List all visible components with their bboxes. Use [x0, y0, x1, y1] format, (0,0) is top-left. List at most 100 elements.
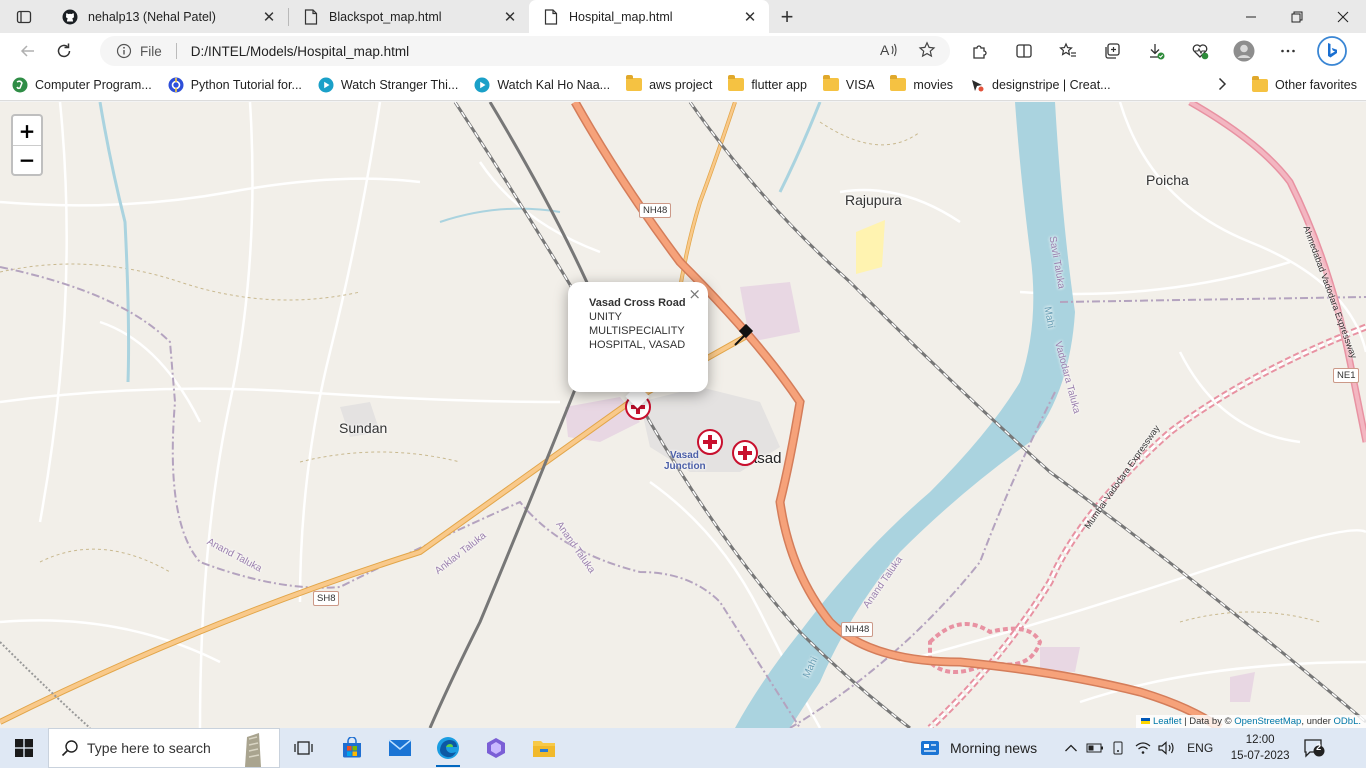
- search-highlight-icon: [245, 733, 261, 767]
- copilot-app-button[interactable]: [472, 728, 520, 768]
- close-window-button[interactable]: [1320, 0, 1366, 33]
- microsoft-store-button[interactable]: [328, 728, 376, 768]
- minimize-button[interactable]: [1228, 0, 1274, 33]
- window-controls: [1228, 0, 1366, 33]
- odbl-link[interactable]: ODbL.: [1334, 716, 1361, 727]
- tab-github[interactable]: nehalp13 (Nehal Patel) ✕: [48, 0, 288, 33]
- windows-taskbar: Type here to search Morning news ENG 12:…: [0, 728, 1366, 768]
- profile-button[interactable]: [1222, 35, 1266, 67]
- place-label-rajupura: Rajupura: [845, 192, 902, 208]
- tab-actions-button[interactable]: [0, 0, 48, 33]
- favorite-link[interactable]: Computer Program...: [12, 77, 152, 93]
- chevron-right-icon[interactable]: [1217, 77, 1227, 94]
- favorite-folder[interactable]: flutter app: [728, 75, 807, 93]
- info-icon: [116, 43, 132, 59]
- place-label-poicha: Poicha: [1146, 172, 1189, 188]
- svg-text:A: A: [880, 42, 890, 58]
- favorite-label: designstripe | Creat...: [992, 77, 1111, 92]
- play-icon: [474, 77, 490, 93]
- meet-now-icon[interactable]: [1107, 740, 1131, 756]
- volume-icon[interactable]: [1155, 741, 1179, 755]
- tab-close-button[interactable]: ✕: [741, 8, 759, 26]
- favorite-label: aws project: [649, 77, 713, 92]
- edge-browser-button[interactable]: [424, 728, 472, 768]
- favorite-link[interactable]: designstripe | Creat...: [969, 77, 1111, 93]
- play-icon: [318, 77, 334, 93]
- leaflet-link[interactable]: Leaflet: [1153, 716, 1182, 727]
- task-view-icon: [294, 741, 313, 755]
- restore-button[interactable]: [1274, 0, 1320, 33]
- favorite-link[interactable]: Watch Kal Ho Naa...: [474, 77, 610, 93]
- toolbar-actions: [958, 33, 1354, 69]
- site-info-button[interactable]: File: [116, 43, 162, 59]
- favorites-button[interactable]: [1046, 35, 1090, 67]
- folder-icon: [626, 75, 643, 93]
- folder-icon: [890, 75, 907, 93]
- favorite-folder[interactable]: VISA: [822, 75, 874, 93]
- chevron-up-icon[interactable]: [1059, 743, 1083, 753]
- github-icon: [62, 9, 78, 25]
- tab-blackspot-map[interactable]: Blackspot_map.html ✕: [289, 0, 529, 33]
- favorites-bar: Computer Program... Python Tutorial for.…: [0, 69, 1366, 101]
- file-explorer-button[interactable]: [520, 728, 568, 768]
- task-view-button[interactable]: [280, 728, 328, 768]
- performance-button[interactable]: [1178, 35, 1222, 67]
- clock[interactable]: 12:00 15-07-2023: [1225, 732, 1295, 764]
- battery-icon[interactable]: [1083, 743, 1107, 753]
- bing-copilot-button[interactable]: [1310, 35, 1354, 67]
- attribution-text: | Data by ©: [1181, 716, 1235, 727]
- other-favorites-folder[interactable]: Other favorites: [1252, 69, 1357, 101]
- address-divider: [175, 43, 177, 59]
- downloads-button[interactable]: [1134, 35, 1178, 67]
- refresh-button[interactable]: [46, 35, 82, 67]
- taskbar-search[interactable]: Type here to search: [48, 728, 280, 768]
- hospital-marker[interactable]: [697, 429, 723, 455]
- mail-button[interactable]: [376, 728, 424, 768]
- tab-close-button[interactable]: ✕: [260, 8, 278, 26]
- read-aloud-icon[interactable]: A: [880, 42, 898, 61]
- tab-title: nehalp13 (Nehal Patel): [88, 9, 216, 24]
- minimize-icon: [1246, 16, 1256, 17]
- popup-title: Vasad Cross Road: [589, 297, 686, 309]
- extensions-button[interactable]: [958, 35, 1002, 67]
- popup-close-button[interactable]: ×: [688, 287, 701, 302]
- favorite-star-icon[interactable]: [918, 40, 936, 62]
- url-text[interactable]: D:/INTEL/Models/Hospital_map.html: [191, 44, 409, 59]
- tab-title: Blackspot_map.html: [329, 9, 442, 24]
- openstreetmap-link[interactable]: OpenStreetMap: [1234, 716, 1301, 727]
- leaflet-map[interactable]: Rajupura Poicha Sundan Vasad Vasad Junct…: [0, 102, 1366, 728]
- split-screen-button[interactable]: [1002, 35, 1046, 67]
- favorite-folder[interactable]: movies: [890, 75, 953, 93]
- new-tab-button[interactable]: +: [769, 0, 805, 33]
- zoom-out-button[interactable]: −: [13, 145, 41, 174]
- news-widget[interactable]: Morning news: [920, 739, 1037, 757]
- language-indicator[interactable]: ENG: [1187, 741, 1213, 755]
- news-icon: [921, 741, 939, 755]
- station-label-line2: Junction: [664, 461, 706, 472]
- settings-more-button[interactable]: [1266, 35, 1310, 67]
- zoom-in-button[interactable]: +: [13, 116, 41, 145]
- mail-icon: [388, 739, 412, 756]
- download-icon: [1150, 44, 1165, 60]
- notification-center-button[interactable]: 2: [1295, 738, 1333, 758]
- file-icon: [303, 8, 319, 25]
- favorite-folder[interactable]: aws project: [626, 75, 713, 93]
- green-site-icon: [12, 77, 28, 93]
- favorites-list-icon: [1059, 42, 1076, 57]
- popup-body: UNITY MULTISPECIALITY HOSPITAL, VASAD: [589, 311, 686, 351]
- favorite-link[interactable]: Watch Stranger Thi...: [318, 77, 458, 93]
- tab-close-button[interactable]: ✕: [501, 8, 519, 26]
- collections-button[interactable]: [1090, 35, 1134, 67]
- back-button[interactable]: [10, 35, 46, 67]
- wifi-icon[interactable]: [1131, 741, 1155, 755]
- back-arrow-icon: [20, 45, 34, 57]
- start-button[interactable]: [0, 728, 48, 768]
- split-screen-icon: [1016, 44, 1032, 58]
- hospital-marker[interactable]: [732, 440, 758, 466]
- collections-icon: [1105, 43, 1120, 59]
- tab-actions-icon: [16, 10, 32, 23]
- address-bar[interactable]: File D:/INTEL/Models/Hospital_map.html A: [100, 36, 950, 66]
- favorite-link[interactable]: Python Tutorial for...: [168, 77, 302, 93]
- tab-hospital-map[interactable]: Hospital_map.html ✕: [529, 0, 769, 33]
- favorite-label: Other favorites: [1275, 78, 1357, 92]
